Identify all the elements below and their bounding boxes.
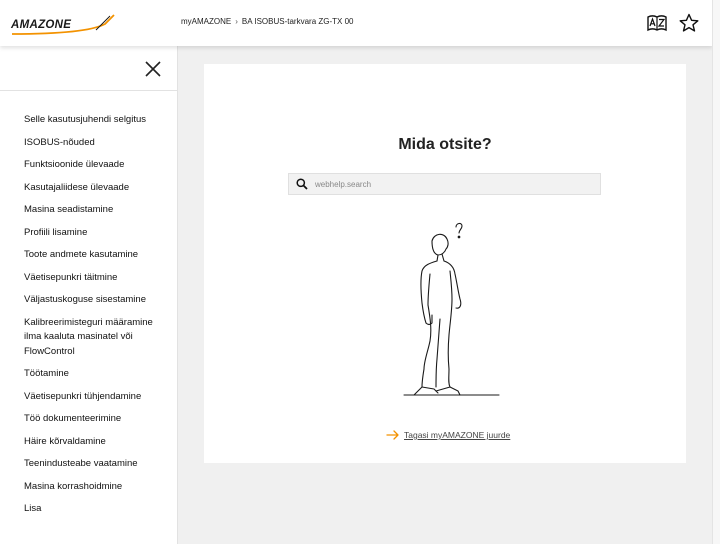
sidebar-header [0, 46, 177, 91]
sidebar-item-fill-hopper[interactable]: Väetisepunkri täitmine [0, 267, 177, 290]
page-scrollbar[interactable] [712, 0, 720, 544]
sidebar-item-application-rate[interactable]: Väljastuskoguse sisestamine [0, 289, 177, 312]
breadcrumb: myAMAZONE › BA ISOBUS-tarkvara ZG-TX 00 [181, 17, 354, 26]
sidebar-item-calibration-factor[interactable]: Kalibreerimisteguri määramine ilma kaalu… [0, 312, 177, 364]
breadcrumb-item-home[interactable]: myAMAZONE [181, 17, 231, 26]
search-icon[interactable] [289, 174, 315, 194]
sidebar-item-documentation[interactable]: Töö dokumenteerimine [0, 408, 177, 431]
main-content: Mida otsite? webhelp.search Tagasi myAMA… [179, 46, 712, 544]
sidebar-item-maintenance[interactable]: Masina korrashoidmine [0, 476, 177, 499]
sidebar-nav: Selle kasutusjuhendi selgitus ISOBUS-nõu… [0, 91, 177, 521]
sidebar-item-product-data[interactable]: Toote andmete kasutamine [0, 244, 177, 267]
star-icon[interactable] [678, 12, 700, 34]
search-input[interactable] [315, 179, 585, 189]
sidebar-item-functions-overview[interactable]: Funktsioonide ülevaade [0, 154, 177, 177]
sidebar: Selle kasutusjuhendi selgitus ISOBUS-nõu… [0, 46, 178, 544]
top-bar: AMAZONE myAMAZONE › BA ISOBUS-tarkvara Z… [0, 0, 712, 46]
language-dictionary-icon[interactable] [646, 12, 668, 34]
sidebar-item-machine-setup[interactable]: Masina seadistamine [0, 199, 177, 222]
close-icon[interactable] [143, 59, 163, 79]
sidebar-item-service-info[interactable]: Teenindusteabe vaatamine [0, 453, 177, 476]
search-box[interactable] [288, 173, 601, 195]
sidebar-item-operation[interactable]: Töötamine [0, 363, 177, 386]
sidebar-item-appendix[interactable]: Lisa [0, 498, 177, 521]
thinking-person-illustration [394, 219, 504, 399]
sidebar-item-ui-overview[interactable]: Kasutajaliidese ülevaade [0, 177, 177, 200]
not-found-card: Mida otsite? webhelp.search Tagasi myAMA… [204, 64, 686, 463]
sidebar-item-troubleshooting[interactable]: Häire kõrvaldamine [0, 431, 177, 454]
page-title: Mida otsite? [398, 136, 492, 153]
breadcrumb-separator: › [235, 17, 238, 26]
sidebar-item-empty-hopper[interactable]: Väetisepunkri tühjendamine [0, 386, 177, 409]
amazone-logo[interactable]: AMAZONE [10, 12, 118, 38]
sidebar-item-explanation[interactable]: Selle kasutusjuhendi selgitus [0, 109, 177, 132]
logo-text: AMAZONE [10, 19, 71, 31]
sidebar-item-add-profile[interactable]: Profiili lisamine [0, 222, 177, 245]
back-link-text: Tagasi myAMAZONE juurde [404, 430, 511, 440]
breadcrumb-item-current[interactable]: BA ISOBUS-tarkvara ZG-TX 00 [242, 17, 354, 26]
sidebar-item-isobus-requirements[interactable]: ISOBUS-nõuded [0, 132, 177, 155]
back-to-myamazone-link[interactable]: Tagasi myAMAZONE juurde [386, 430, 510, 440]
arrow-right-icon [386, 430, 399, 440]
